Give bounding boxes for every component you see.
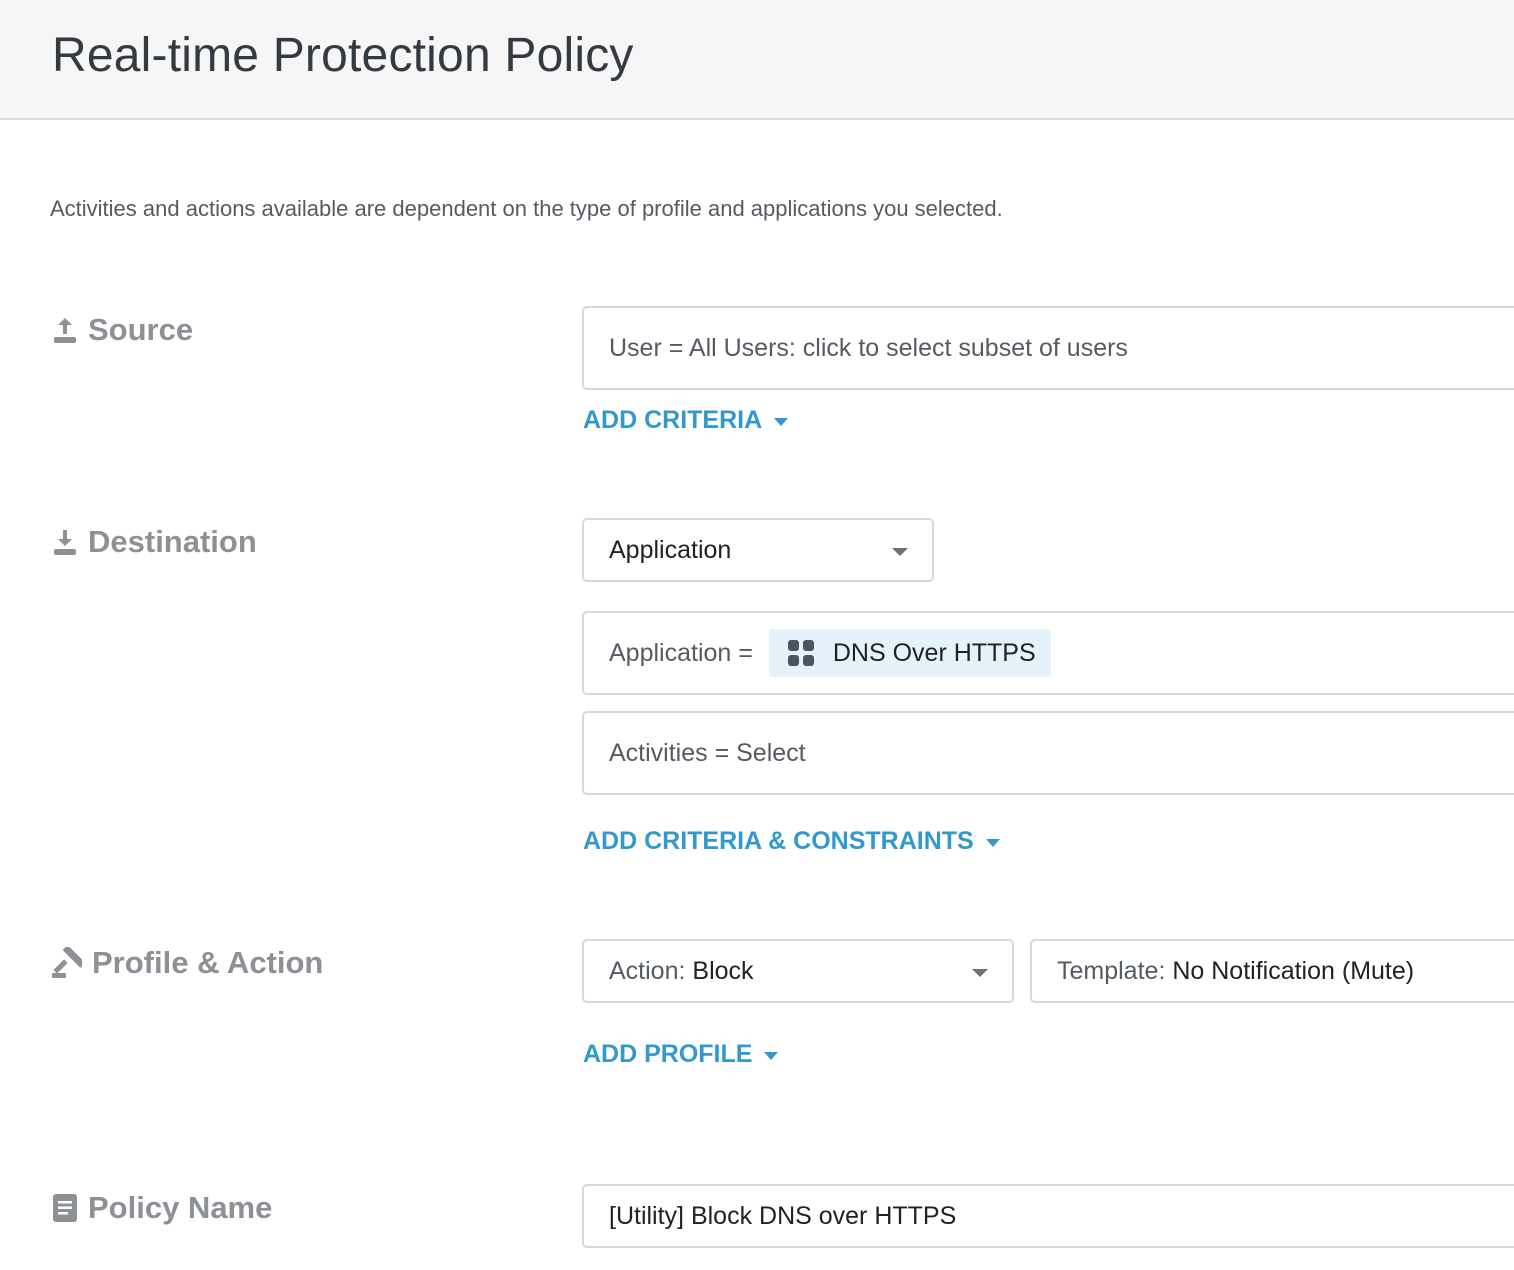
- chevron-down-icon: [892, 548, 908, 556]
- destination-type-select[interactable]: Application: [582, 518, 934, 582]
- document-icon: [53, 1194, 77, 1222]
- application-prefix: Application =: [609, 638, 753, 667]
- user-criteria-field[interactable]: User = All Users: click to select subset…: [582, 306, 1514, 390]
- application-criteria-field[interactable]: Application = DNS Over HTTPS: [582, 611, 1514, 695]
- action-value: Block: [692, 956, 754, 985]
- policy-name-value: [Utility] Block DNS over HTTPS: [609, 1201, 957, 1230]
- application-chip-label: DNS Over HTTPS: [832, 638, 1036, 667]
- caret-down-icon: [985, 838, 1000, 847]
- action-select[interactable]: Action: Block: [582, 939, 1014, 1003]
- policy-description: Activities and actions available are dep…: [50, 196, 1003, 221]
- application-chip[interactable]: DNS Over HTTPS: [768, 629, 1051, 677]
- policy-name-label: Policy Name: [88, 1190, 273, 1225]
- caret-down-icon: [774, 417, 789, 426]
- download-icon: [54, 530, 76, 555]
- template-label: Template:: [1057, 956, 1166, 985]
- caret-down-icon: [764, 1051, 779, 1060]
- page-title: Real-time Protection Policy: [52, 29, 634, 82]
- profile-action-section-label: Profile & Action: [52, 945, 323, 981]
- upload-icon: [54, 318, 76, 343]
- chevron-down-icon: [972, 969, 988, 977]
- template-select[interactable]: Template: No Notification (Mute): [1030, 939, 1514, 1003]
- app-grid-icon: [787, 640, 814, 666]
- source-section-label: Source: [52, 312, 193, 348]
- destination-label: Destination: [88, 524, 257, 559]
- destination-section-label: Destination: [52, 524, 257, 560]
- add-criteria-label: ADD CRITERIA: [583, 406, 763, 434]
- policy-name-section-label: Policy Name: [52, 1190, 272, 1226]
- add-profile-label: ADD PROFILE: [583, 1040, 753, 1068]
- template-value: No Notification (Mute): [1172, 956, 1415, 985]
- add-profile-button[interactable]: ADD PROFILE: [583, 1040, 779, 1069]
- activities-text: Activities = Select: [609, 738, 806, 767]
- source-label: Source: [88, 312, 194, 347]
- destination-type-value: Application: [609, 535, 732, 564]
- policy-name-input[interactable]: [Utility] Block DNS over HTTPS: [582, 1184, 1514, 1248]
- gavel-icon: [52, 947, 82, 978]
- page-header: Real-time Protection Policy: [0, 0, 1514, 120]
- user-criteria-text: User = All Users: click to select subset…: [609, 333, 1128, 362]
- action-label: Action:: [609, 956, 686, 985]
- add-criteria-constraints-button[interactable]: ADD CRITERIA & CONSTRAINTS: [583, 827, 1000, 856]
- add-criteria-button[interactable]: ADD CRITERIA: [583, 406, 789, 435]
- activities-field[interactable]: Activities = Select: [582, 711, 1514, 795]
- profile-action-label: Profile & Action: [92, 945, 324, 980]
- add-criteria-constraints-label: ADD CRITERIA & CONSTRAINTS: [583, 827, 974, 855]
